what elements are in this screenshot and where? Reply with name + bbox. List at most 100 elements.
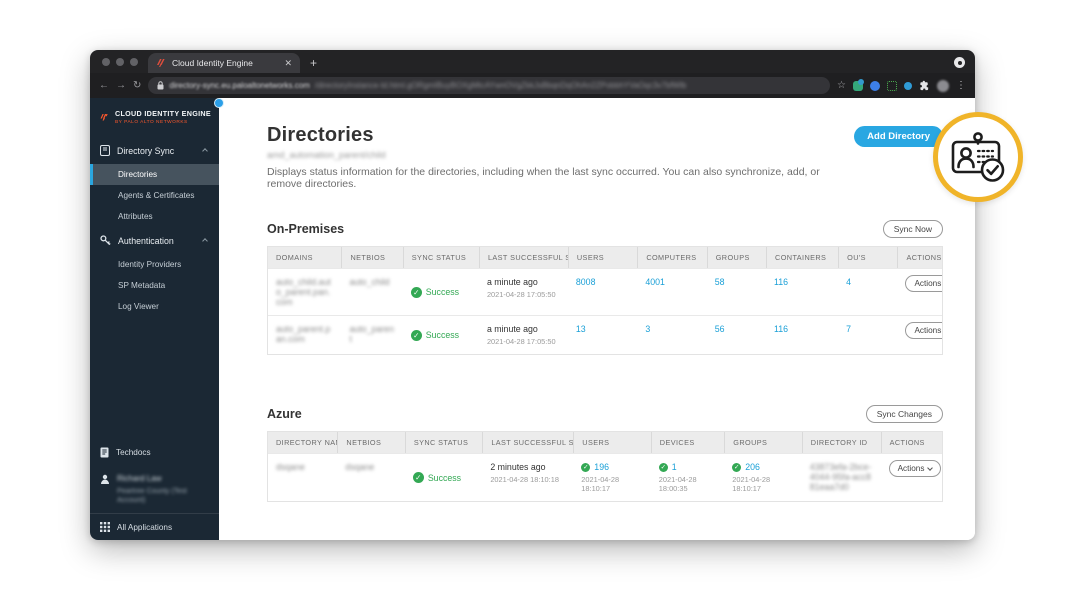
directory-id-cell: 43873efa-2bce-4044-95fa-acc881eaa7d0 xyxy=(809,462,872,492)
containers-count-link[interactable]: 116 xyxy=(766,269,838,315)
sidebar-item-agents-certificates[interactable]: Agents & Certificates xyxy=(90,185,219,206)
extensions-puzzle-icon[interactable] xyxy=(919,80,930,91)
computers-count-link[interactable]: 3 xyxy=(637,316,706,354)
users-count-link[interactable]: 13 xyxy=(568,316,637,354)
computers-count-link[interactable]: 4001 xyxy=(637,269,706,315)
sidebar-item-all-applications[interactable]: All Applications xyxy=(90,513,219,540)
maximize-window-icon[interactable] xyxy=(130,58,138,66)
containers-count-link[interactable]: 116 xyxy=(766,316,838,354)
sidebar-item-identity-providers[interactable]: Identity Providers xyxy=(90,254,219,275)
sidebar-item-sp-metadata[interactable]: SP Metadata xyxy=(90,275,219,296)
column-header: Domains xyxy=(276,253,313,262)
success-check-icon xyxy=(732,462,742,472)
ous-count-link[interactable]: 7 xyxy=(838,316,897,354)
browser-menu-icon[interactable]: ⋮ xyxy=(956,80,966,91)
all-applications-label: All Applications xyxy=(117,522,173,532)
close-window-icon[interactable] xyxy=(102,58,110,66)
column-header: Devices xyxy=(650,432,724,453)
browser-window: Cloud Identity Engine ✕ + ← → ↻ director… xyxy=(90,50,975,540)
actions-label: Actions xyxy=(914,279,942,288)
sync-timestamp: 2021-04-28 17:05:50 xyxy=(486,290,556,299)
column-header: Users xyxy=(567,247,637,268)
extension-icon[interactable] xyxy=(887,80,897,91)
table-row: dsqane dsqane Success 2 minutes ago 2021… xyxy=(268,453,942,501)
users-count-link[interactable]: 196 xyxy=(594,462,609,472)
table-row: auto_parent.pan.com auto_parent Success … xyxy=(268,315,942,354)
nav-section-label: Authentication xyxy=(118,235,174,246)
sync-timestamp: 2021-04-28 18:10:18 xyxy=(490,475,559,484)
sidebar-item-log-viewer[interactable]: Log Viewer xyxy=(90,296,219,317)
groups-count-link[interactable]: 206 xyxy=(745,462,760,472)
users-cell: 196 2021-04-28 18:10:17 xyxy=(573,454,651,501)
tab-search-icon[interactable] xyxy=(954,57,965,68)
netbios-cell: auto_parent xyxy=(349,324,394,344)
reload-icon[interactable]: ↻ xyxy=(133,80,141,91)
ous-count-link[interactable]: 4 xyxy=(838,269,897,315)
extensions-row: ☆ ⋮ xyxy=(837,78,966,92)
users-count-link[interactable]: 8008 xyxy=(568,269,637,315)
directory-name-cell: dsqane xyxy=(276,462,305,472)
app-title: CLOUD IDENTITY ENGINE xyxy=(114,109,211,118)
actions-button[interactable]: Actions xyxy=(888,460,942,477)
minimize-window-icon[interactable] xyxy=(116,58,124,66)
nav-section-directory-sync[interactable]: Directory Sync xyxy=(90,137,219,164)
azure-section: Azure Sync Changes Directory Name NetBIO… xyxy=(267,405,943,502)
groups-cell: 206 2021-04-28 18:10:17 xyxy=(724,454,802,501)
netbios-cell: auto_child xyxy=(349,277,390,287)
browser-titlebar: Cloud Identity Engine ✕ + xyxy=(90,50,975,73)
add-directory-button[interactable]: Add Directory xyxy=(854,126,943,147)
sidebar-collapse-badge-icon[interactable] xyxy=(214,98,224,108)
back-icon[interactable]: ← xyxy=(99,80,109,91)
nav-section-authentication[interactable]: Authentication xyxy=(90,227,219,254)
browser-toolbar: ← → ↻ directory-sync.eu.paloaltonetworks… xyxy=(90,73,975,98)
column-header: Actions xyxy=(880,432,942,453)
actions-button[interactable]: Actions xyxy=(905,275,942,292)
palo-alto-logo-icon xyxy=(100,114,108,121)
new-tab-button[interactable]: + xyxy=(300,56,327,73)
browser-profile-avatar[interactable] xyxy=(937,79,949,92)
tab-favicon xyxy=(157,59,165,67)
sidebar: CLOUD IDENTITY ENGINE BY PALO ALTO NETWO… xyxy=(90,98,224,540)
extension-icon[interactable] xyxy=(870,80,880,91)
sync-timestamp: 2021-04-28 18:00:35 xyxy=(658,475,697,493)
actions-button[interactable]: Actions xyxy=(905,322,942,339)
sidebar-bottom: Techdocs Richard Law Peartree County (Te… xyxy=(90,440,219,540)
address-bar[interactable]: directory-sync.eu.paloaltonetworks.com /… xyxy=(148,77,831,94)
actions-label: Actions xyxy=(897,464,925,473)
tab-close-icon[interactable]: ✕ xyxy=(284,58,292,69)
sync-relative-time: a minute ago xyxy=(486,277,538,287)
sidebar-item-attributes[interactable]: Attributes xyxy=(90,206,219,227)
column-header: Last Successful Sync xyxy=(482,432,573,453)
success-check-icon xyxy=(581,462,591,472)
browser-tab[interactable]: Cloud Identity Engine ✕ xyxy=(148,53,300,73)
forward-icon[interactable]: → xyxy=(116,80,126,91)
sidebar-item-techdocs[interactable]: Techdocs xyxy=(90,440,219,465)
devices-cell: 1 2021-04-28 18:00:35 xyxy=(651,454,724,501)
column-header: Directory ID xyxy=(801,432,881,453)
id-badge-highlight xyxy=(933,112,1023,202)
column-header: Containers xyxy=(766,247,838,268)
techdocs-label: Techdocs xyxy=(116,448,151,457)
onprem-table-header: Domains NetBIOS Sync Status Last Success… xyxy=(268,247,942,268)
desktop-background: Cloud Identity Engine ✕ + ← → ↻ director… xyxy=(0,0,1067,593)
status-label: Success xyxy=(427,472,462,483)
devices-count-link[interactable]: 1 xyxy=(672,462,677,472)
main-content: Directories amd_automation_parent/child … xyxy=(219,98,975,540)
chevron-up-icon xyxy=(202,147,208,154)
bookmark-star-icon[interactable]: ☆ xyxy=(837,80,846,91)
success-check-icon xyxy=(658,462,668,472)
groups-count-link[interactable]: 56 xyxy=(707,316,766,354)
sidebar-item-directories[interactable]: Directories xyxy=(90,164,219,185)
status-label: Success xyxy=(425,287,460,297)
extension-icon[interactable] xyxy=(853,78,864,91)
nav-section-label: Directory Sync xyxy=(117,145,175,156)
extension-icon[interactable] xyxy=(904,81,912,90)
success-check-icon xyxy=(410,329,422,341)
domain-cell: auto_child.auto_parent.pan.com xyxy=(276,277,331,307)
user-account-block[interactable]: Richard Law Peartree County (Test Accoun… xyxy=(90,465,219,513)
window-controls[interactable] xyxy=(90,58,148,73)
page-title: Directories xyxy=(267,124,374,146)
groups-count-link[interactable]: 58 xyxy=(707,269,766,315)
sync-now-button[interactable]: Sync Now xyxy=(882,220,943,238)
sync-changes-button[interactable]: Sync Changes xyxy=(865,405,943,423)
